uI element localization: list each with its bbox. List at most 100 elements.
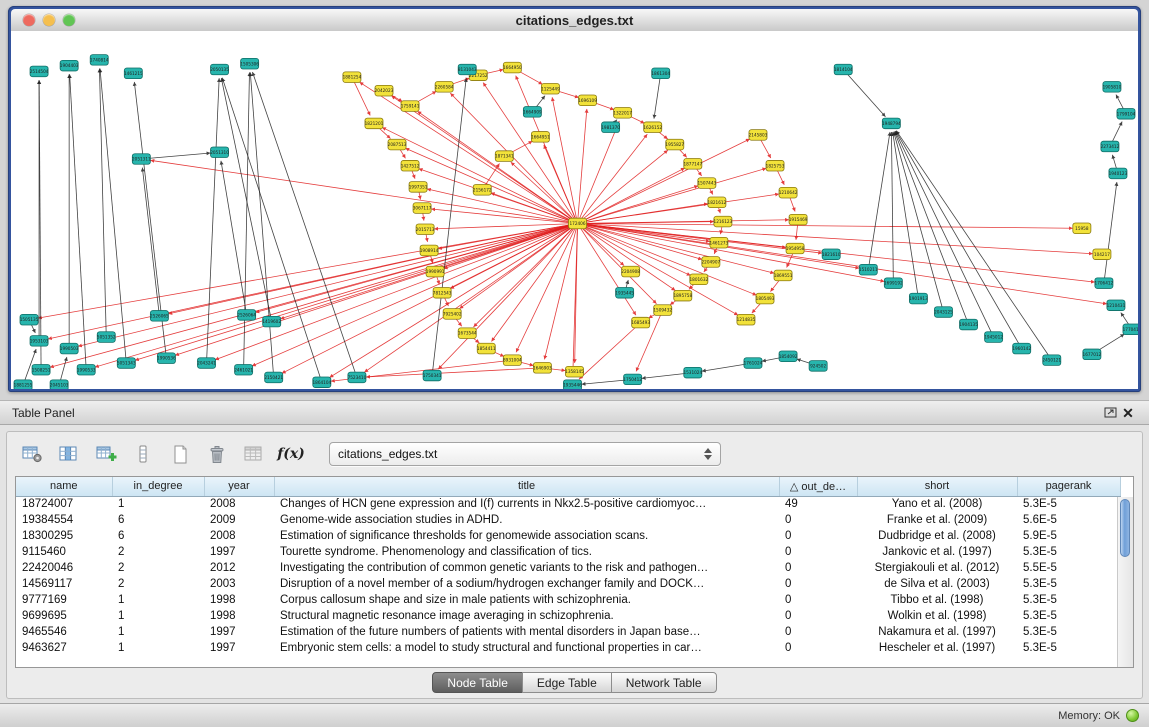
cell-out_degree[interactable]: 0 bbox=[779, 560, 857, 576]
graph-node[interactable]: 2204908 bbox=[621, 266, 640, 277]
zoom-window-button[interactable] bbox=[63, 14, 75, 26]
graph-node[interactable]: 1990536 bbox=[157, 353, 176, 364]
graph-node[interactable]: 924502 bbox=[809, 361, 827, 372]
graph-node[interactable]: 1507443 bbox=[698, 178, 717, 189]
graph-node[interactable]: 1214835 bbox=[737, 314, 756, 325]
graph-edge[interactable] bbox=[868, 132, 890, 270]
graph-node[interactable]: 1664951 bbox=[531, 132, 550, 143]
graph-node[interactable]: 1821201 bbox=[365, 118, 384, 129]
graph-edge[interactable] bbox=[427, 189, 578, 224]
graph-node[interactable]: 1461215 bbox=[124, 68, 143, 79]
graph-edge[interactable] bbox=[135, 223, 578, 360]
graph-edge[interactable] bbox=[221, 78, 271, 322]
network-canvas[interactable]: 1724061881254204202317591411821201208751… bbox=[11, 31, 1138, 389]
create-column-icon[interactable] bbox=[91, 441, 121, 467]
cell-name[interactable]: 18300295 bbox=[16, 528, 112, 544]
graph-node[interactable]: 1677012 bbox=[1083, 349, 1102, 360]
cell-short[interactable]: Wolkin et al. (1998) bbox=[857, 608, 1017, 624]
graph-node[interactable]: 2051310 bbox=[210, 147, 229, 158]
graph-node[interactable]: 1954958 bbox=[786, 243, 805, 254]
cell-out_degree[interactable]: 0 bbox=[779, 576, 857, 592]
float-panel-icon[interactable] bbox=[1101, 405, 1119, 421]
cell-year[interactable]: 2008 bbox=[204, 496, 274, 512]
cell-name[interactable]: 18724007 bbox=[16, 496, 112, 512]
graph-node[interactable]: 1997351 bbox=[409, 182, 428, 193]
cell-out_degree[interactable]: 49 bbox=[779, 496, 857, 512]
graph-edge[interactable] bbox=[843, 69, 885, 116]
graph-edge[interactable] bbox=[578, 121, 620, 224]
cell-title[interactable]: Tourette syndrome. Phenomenology and cla… bbox=[274, 544, 779, 560]
graph-edge[interactable] bbox=[252, 223, 578, 366]
graph-edge[interactable] bbox=[894, 132, 968, 325]
new-table-icon[interactable] bbox=[165, 441, 195, 467]
cell-out_degree[interactable]: 0 bbox=[779, 592, 857, 608]
table-row[interactable]: 1830029562008Estimation of significance … bbox=[16, 528, 1120, 544]
cell-out_degree[interactable]: 0 bbox=[779, 528, 857, 544]
graph-node[interactable]: 1801632 bbox=[689, 274, 708, 285]
graph-node[interactable]: 1322017 bbox=[613, 108, 632, 119]
cell-short[interactable]: Franke et al. (2009) bbox=[857, 512, 1017, 528]
graph-node[interactable]: 1508251 bbox=[32, 364, 51, 375]
cell-year[interactable]: 1998 bbox=[204, 592, 274, 608]
graph-node[interactable]: 2156172 bbox=[473, 184, 492, 195]
graph-node[interactable]: 1953103 bbox=[30, 336, 49, 347]
graph-node[interactable]: 1881255 bbox=[14, 380, 33, 389]
graph-node[interactable]: 1699192 bbox=[884, 278, 903, 289]
graph-node[interactable]: 1948794 bbox=[882, 118, 901, 129]
cell-title[interactable]: Embryonic stem cells: a model to study s… bbox=[274, 640, 779, 656]
graph-node[interactable]: 7925402 bbox=[443, 309, 462, 320]
graph-node[interactable]: 2273412 bbox=[1101, 141, 1120, 152]
graph-node[interactable]: 2043125 bbox=[934, 307, 953, 318]
cell-short[interactable]: Yano et al. (2008) bbox=[857, 496, 1017, 512]
cell-pagerank[interactable]: 5.3E-5 bbox=[1017, 624, 1120, 640]
graph-node[interactable]: 1706412 bbox=[1095, 278, 1114, 289]
graph-edge[interactable] bbox=[578, 223, 703, 259]
table-row[interactable]: 1456911722003Disruption of a novel membe… bbox=[16, 576, 1120, 592]
graph-node[interactable]: 1531024 bbox=[683, 367, 702, 378]
graph-node[interactable]: 2260584 bbox=[435, 82, 454, 93]
cell-pagerank[interactable]: 5.6E-5 bbox=[1017, 512, 1120, 528]
cell-title[interactable]: Estimation of the future numbers of pati… bbox=[274, 624, 779, 640]
graph-node[interactable]: 2150421 bbox=[264, 372, 283, 383]
tab-edge-table[interactable]: Edge Table bbox=[522, 672, 612, 693]
cell-in_degree[interactable]: 6 bbox=[112, 512, 204, 528]
vertical-scrollbar[interactable] bbox=[1117, 497, 1133, 667]
cell-short[interactable]: Jankovic et al. (1997) bbox=[857, 544, 1017, 560]
graph-node[interactable]: 1905810 bbox=[1103, 82, 1122, 93]
graph-edge[interactable] bbox=[207, 78, 220, 363]
column-header-in_degree[interactable]: in_degree bbox=[112, 477, 204, 496]
cell-pagerank[interactable]: 5.3E-5 bbox=[1017, 544, 1120, 560]
table-mode-icon[interactable] bbox=[17, 441, 47, 467]
graph-node[interactable]: 1799104 bbox=[1117, 108, 1136, 119]
column-header-year[interactable]: year bbox=[204, 477, 274, 496]
graph-edge[interactable] bbox=[99, 69, 106, 338]
graph-node[interactable]: 1646903 bbox=[533, 363, 552, 374]
graph-edge[interactable] bbox=[891, 132, 893, 283]
table-row[interactable]: 911546021997Tourette syndrome. Phenomeno… bbox=[16, 544, 1120, 560]
function-builder-icon[interactable]: f(x) bbox=[276, 441, 306, 467]
cell-name[interactable]: 9777169 bbox=[16, 592, 112, 608]
graph-node[interactable]: 1505306 bbox=[240, 58, 259, 69]
table-row[interactable]: 1872400712008Changes of HCN gene express… bbox=[16, 496, 1120, 512]
graph-edge[interactable] bbox=[142, 168, 159, 316]
graph-node[interactable]: 1854411 bbox=[477, 343, 496, 354]
graph-node[interactable]: 1673544 bbox=[458, 328, 477, 339]
graph-node[interactable]: 1981370 bbox=[601, 122, 620, 133]
graph-edge[interactable] bbox=[450, 93, 577, 223]
cell-short[interactable]: Dudbridge et al. (2008) bbox=[857, 528, 1017, 544]
graph-node[interactable]: 2526064 bbox=[237, 310, 256, 321]
graph-node[interactable]: 1626152 bbox=[643, 122, 662, 133]
cell-year[interactable]: 2008 bbox=[204, 528, 274, 544]
graph-node[interactable]: 5051343 bbox=[117, 358, 136, 369]
column-header-pagerank[interactable]: pagerank bbox=[1017, 477, 1120, 496]
graph-node[interactable]: 2015713 bbox=[416, 224, 435, 235]
graph-edge[interactable] bbox=[578, 220, 790, 224]
graph-node[interactable]: 1935445 bbox=[615, 287, 634, 298]
cell-title[interactable]: Investigating the contribution of common… bbox=[274, 560, 779, 576]
graph-node[interactable]: 2204907 bbox=[702, 257, 721, 268]
graph-node[interactable]: 2087513 bbox=[388, 139, 407, 150]
table-row[interactable]: 1938455462009Genome-wide association stu… bbox=[16, 512, 1120, 528]
row-tools-icon[interactable] bbox=[128, 441, 158, 467]
table-row[interactable]: 2242004622012Investigating the contribut… bbox=[16, 560, 1120, 576]
graph-node[interactable]: 1990503 bbox=[60, 343, 79, 354]
